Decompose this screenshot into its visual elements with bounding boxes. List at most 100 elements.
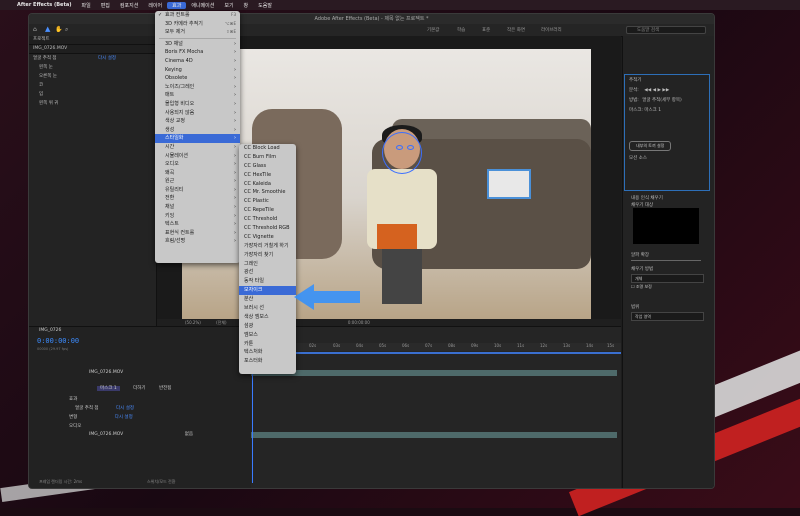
menu-file[interactable]: 파일 [77,2,96,9]
zoom-level[interactable]: (50.2%) [185,320,201,325]
stylize-menu-item[interactable]: CC Glass [239,162,296,171]
effect-reset-link[interactable]: 다시 설정 [116,406,134,411]
tree-row[interactable]: 왼쪽 위 귀 [29,99,156,108]
effects-menu-item[interactable]: 사용되지 않음 › [155,109,240,118]
effects-menu-item[interactable]: 시뮬레이션 › [155,152,240,161]
workspace-small-screen[interactable]: 작은 화면 [507,27,525,33]
effects-menu-item[interactable]: 채널 › [155,203,240,212]
help-search-input[interactable]: 도움말 검색 [626,26,706,34]
stylize-menu-item[interactable]: 엠보스 [239,331,296,340]
stylize-menu-item[interactable]: 섬광 [239,322,296,331]
work-area-bar[interactable] [251,352,621,354]
tree-row[interactable]: 코 [29,81,156,90]
effects-menu-item[interactable]: 유틸리티 › [155,186,240,195]
face-track-mask[interactable] [382,132,422,174]
home-icon[interactable]: ⌂ [33,26,37,33]
stylize-menu-item[interactable]: 분산 [239,295,296,304]
workspace-standard[interactable]: 표준 [482,27,490,33]
menu-window[interactable]: 창 [239,2,254,9]
left-eye-track[interactable] [396,145,403,150]
effects-menu-item[interactable]: Boris FX Mocha › [155,48,240,57]
viewer-timecode[interactable]: 0:00:00:00 [348,320,370,325]
stylize-menu-item[interactable]: 가장자리 거칠게 하기 [239,242,296,251]
layer1-bar[interactable] [251,370,617,376]
stylize-menu-item[interactable]: 색상 엠보스 [239,313,296,322]
effects-menu-item[interactable]: 원근 › [155,177,240,186]
stylize-menu-item[interactable]: CC Block Load [239,144,296,153]
menu-edit[interactable]: 편집 [96,2,115,9]
stylize-menu-item[interactable]: 브러시 선 [239,304,296,313]
stylize-menu-item[interactable]: CC Plastic [239,197,296,206]
stylize-menu-item[interactable]: CC Vignette [239,233,296,242]
effects-menu-item[interactable]: 색상 교정 › [155,117,240,126]
effects-menu-item[interactable]: 매트 › [155,91,240,100]
menu-animation[interactable]: 애니메이션 [186,2,219,9]
menu-composition[interactable]: 컴포지션 [115,2,143,9]
app-name[interactable]: After Effects (Beta) [12,2,77,8]
menu-view[interactable]: 보기 [219,2,238,9]
range-select[interactable]: 작업 영역 [631,312,704,321]
effects-menu-item[interactable]: Obsolete › [155,74,240,83]
effects-menu-item[interactable]: 3D 카메라 추적기 ⌥⌘E [155,20,240,29]
hand-tool-icon[interactable]: ✋ [55,26,62,33]
effects-menu-item[interactable]: 텍스트 › [155,220,240,229]
stylize-menu-item[interactable]: CC Threshold RGB [239,224,296,233]
lighting-checkbox[interactable]: ☐ 조명 보정 [631,284,652,290]
effects-menu-item[interactable]: Cinema 4D › [155,57,240,66]
stylize-menu-item[interactable]: 포스터화 [239,357,296,366]
mask-mode[interactable]: 더하기 [133,386,145,391]
tree-row[interactable]: 오른쪽 눈 [29,72,156,81]
menu-help[interactable]: 도움말 [253,2,277,9]
stylize-menu-item[interactable]: CC Kaleida [239,180,296,189]
selection-tool-icon[interactable]: ▲ [45,25,50,33]
right-eye-track[interactable] [407,145,414,150]
stylize-menu-item[interactable]: 그레인 [239,260,296,269]
stylize-menu-item[interactable]: CC HexTile [239,171,296,180]
timeline-timecode[interactable]: 0:00:00:00 [37,337,79,345]
stylize-menu-item[interactable]: CC RepeTile [239,206,296,215]
resolution[interactable]: (전체) [216,320,226,325]
effects-menu-item[interactable]: ✓ 효과 컨트롤 F3 [155,11,240,20]
tree-row[interactable]: 얼굴 추적 점 다시 설정 [29,54,156,63]
stylize-menu-item[interactable]: 카툰 [239,340,296,349]
effects-menu-item[interactable]: 생성 › [155,126,240,135]
layer2-mode[interactable]: 없음 [185,432,193,437]
effects-menu-item[interactable]: 스타일화 › [155,134,240,143]
stylize-menu-item[interactable]: 모자이크 [239,286,296,296]
effects-menu-item[interactable]: Keying › [155,66,240,75]
effects-menu-item[interactable]: 표현식 컨트롤 › [155,229,240,238]
analyze-buttons[interactable]: ◀◀ ◀ ▶ ▶▶ [644,88,669,93]
workspace-libraries[interactable]: 라이브러리 [541,27,562,33]
effects-menu-item[interactable]: 키잉 › [155,212,240,221]
tree-row[interactable]: 입 [29,90,156,99]
effects-menu-item[interactable]: 시간 › [155,143,240,152]
workspace-learn[interactable]: 학습 [457,27,465,33]
effects-menu-item[interactable]: 전환 › [155,194,240,203]
stylize-menu-item[interactable]: CC Mr. Smoothie [239,188,296,197]
options-button[interactable]: 내부의 토끼 설정 [629,141,672,151]
time-ruler[interactable]: 0:00s 01s 02s 03s 04s 05s 06s 07s 08s 09… [251,343,621,351]
stylize-menu-item[interactable]: 동작 타일 [239,277,296,286]
stylize-menu-item[interactable]: 텍스처화 [239,348,296,357]
effects-menu-item[interactable]: 몰입형 비디오 › [155,100,240,109]
timeline-comp-tab[interactable]: IMG_0726 [39,328,61,333]
zoom-tool-icon[interactable]: ⌕ [65,26,68,34]
layer2-bar[interactable] [251,432,617,438]
menu-layer[interactable]: 레이어 [143,2,167,9]
method-select[interactable]: 얼굴 추적(세부 항목) [642,98,682,103]
project-tab[interactable]: 프로젝트 [29,36,156,45]
workspace-default[interactable]: 기본값 [427,27,439,33]
menu-effect[interactable]: 효과 [167,1,187,9]
mask-inverted[interactable]: 반전됨 [159,386,171,391]
effects-menu-item[interactable]: 오디오 › [155,160,240,169]
stylize-menu-item[interactable]: CC Threshold [239,215,296,224]
effects-menu-item[interactable]: 흐림/선명 › [155,237,240,246]
stylize-menu-item[interactable]: 광선 [239,268,296,277]
effects-menu-item[interactable]: 모두 제거 ⇧⌘E [155,28,240,37]
transform-reset-link[interactable]: 다시 설정 [115,415,133,420]
reset-link[interactable]: 다시 설정 [98,56,116,61]
effects-menu-item[interactable]: 3D 채널 › [155,40,240,49]
switch-mode-toggle[interactable]: 스위치/모드 전환 [147,479,175,485]
fill-method-select[interactable]: 개체 [631,274,704,283]
stylize-menu-item[interactable]: CC Burn Film [239,153,296,162]
